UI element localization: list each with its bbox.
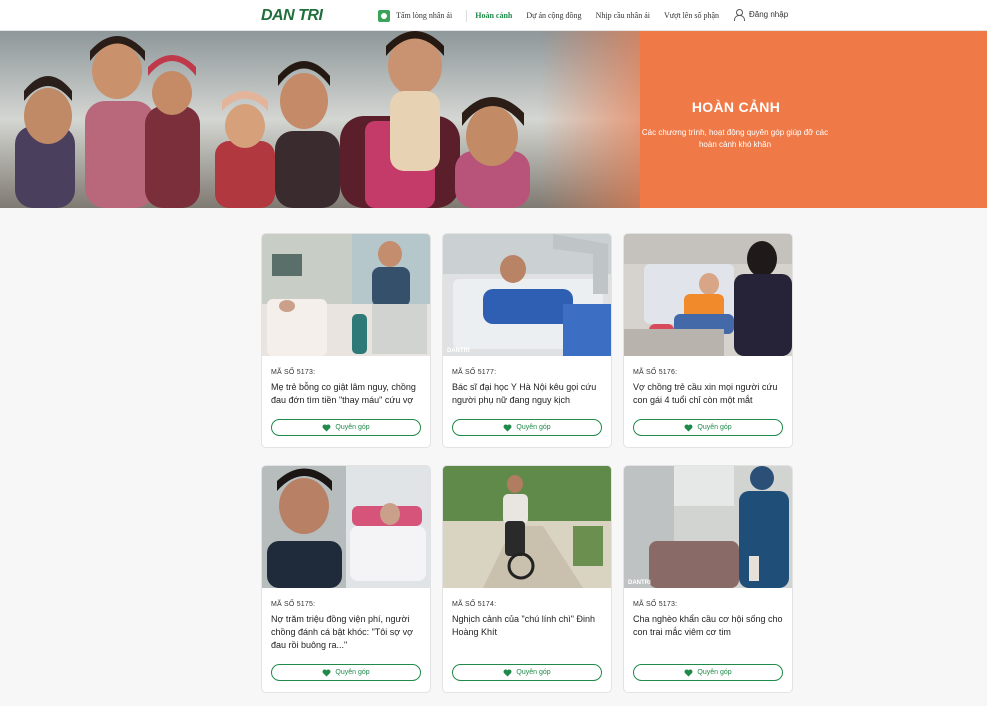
donate-button[interactable]: Quyên góp — [633, 419, 783, 436]
campaign-code: MÃ SỐ 5176: — [633, 369, 678, 376]
campaign-card[interactable]: MÃ SỐ 5174: Nghịch cảnh của "chú lính ch… — [442, 465, 612, 693]
heart-icon — [503, 669, 512, 677]
donate-button[interactable]: Quyên góp — [271, 664, 421, 681]
svg-text:DANTRI: DANTRI — [447, 348, 470, 354]
campaign-photo[interactable]: DANTRI — [624, 466, 792, 588]
login-label: Đăng nhập — [749, 10, 789, 19]
campaign-code: MÃ SỐ 5174: — [452, 601, 497, 608]
campaign-code: MÃ SỐ 5177: — [452, 369, 497, 376]
campaign-code: MÃ SỐ 5173: — [633, 601, 678, 608]
donate-label: Quyên góp — [335, 424, 370, 431]
nav-item-nhip-cau-nhan-ai[interactable]: Nhịp cầu nhân ái — [596, 11, 650, 20]
donate-label: Quyên góp — [335, 669, 370, 676]
campaign-code: MÃ SỐ 5175: — [271, 601, 316, 608]
campaign-card[interactable]: MÃ SỐ 5173: Mẹ trẻ bỗng co giật lâm nguy… — [261, 233, 431, 448]
heart-icon — [503, 424, 512, 432]
donate-label: Quyên góp — [697, 669, 732, 676]
tam-long-nhan-ai-icon — [378, 9, 390, 22]
campaign-photo[interactable] — [443, 466, 611, 588]
campaign-card[interactable]: MÃ SỐ 5175: Nợ trăm triệu đồng viện phí,… — [261, 465, 431, 693]
campaign-card[interactable]: MÃ SỐ 5176: Vợ chồng trẻ cầu xin mọi ngư… — [623, 233, 793, 448]
user-icon — [733, 9, 745, 21]
campaign-title[interactable]: Cha nghèo khẩn cầu cơ hội sống cho con t… — [633, 613, 785, 639]
campaign-title[interactable]: Vợ chồng trẻ cầu xin mọi người cứu con g… — [633, 381, 785, 407]
donate-button[interactable]: Quyên góp — [452, 664, 602, 681]
nav-item-tam-long-nhan-ai[interactable]: Tấm lòng nhân ái — [378, 9, 453, 22]
campaign-card[interactable]: DANTRI MÃ SỐ 5173: Cha nghèo khẩn cầu cơ… — [623, 465, 793, 693]
donate-label: Quyên góp — [516, 424, 551, 431]
heart-icon — [684, 424, 693, 432]
heart-icon — [322, 669, 331, 677]
nav-item-vuot-len-so-phan[interactable]: Vượt lên số phận — [664, 11, 719, 20]
heart-icon — [684, 669, 693, 677]
hero-banner: HOÀN CẢNH Các chương trình, hoạt động qu… — [0, 31, 987, 208]
heart-icon — [322, 424, 331, 432]
campaign-title[interactable]: Nợ trăm triệu đồng viện phí, người chồng… — [271, 613, 423, 652]
nav-item-du-an-cong-dong[interactable]: Dự án cộng đồng — [526, 11, 581, 20]
top-header: DAN TRI Tấm lòng nhân ái Hoàn cảnh Dự án… — [0, 0, 987, 31]
login-link[interactable]: Đăng nhập — [733, 9, 789, 21]
donate-button[interactable]: Quyên góp — [633, 664, 783, 681]
hero-subtitle: Các chương trình, hoạt động quyên góp gi… — [641, 128, 829, 149]
nav-divider — [466, 9, 468, 22]
main-nav: Tấm lòng nhân ái Hoàn cảnh Dự án cộng đồ… — [378, 0, 733, 31]
donate-label: Quyên góp — [697, 424, 732, 431]
nav-label: Tấm lòng nhân ái — [396, 11, 453, 20]
campaign-photo[interactable] — [624, 234, 792, 356]
hero-title: HOÀN CẢNH — [691, 99, 781, 115]
donate-label: Quyên góp — [516, 669, 551, 676]
donate-button[interactable]: Quyên góp — [271, 419, 421, 436]
campaign-card[interactable]: DANTRI MÃ SỐ 5177: Bác sĩ đại học Y Hà N… — [442, 233, 612, 448]
dantri-logo[interactable]: DAN TRI — [261, 7, 323, 25]
campaign-title[interactable]: Bác sĩ đại học Y Hà Nội kêu gọi cứu ngườ… — [452, 381, 604, 407]
hero-orange-panel — [640, 31, 987, 208]
campaign-code: MÃ SỐ 5173: — [271, 369, 316, 376]
svg-text:DANTRI: DANTRI — [628, 580, 651, 586]
donate-button[interactable]: Quyên góp — [452, 419, 602, 436]
campaign-photo[interactable] — [262, 234, 430, 356]
campaign-title[interactable]: Nghịch cảnh của "chú lính chì" Đinh Hoàn… — [452, 613, 604, 639]
nav-item-hoan-canh[interactable]: Hoàn cảnh — [475, 11, 512, 20]
campaign-photo[interactable] — [262, 466, 430, 588]
campaign-photo[interactable]: DANTRI — [443, 234, 611, 356]
campaign-title[interactable]: Mẹ trẻ bỗng co giật lâm nguy, chồng đau … — [271, 381, 423, 407]
